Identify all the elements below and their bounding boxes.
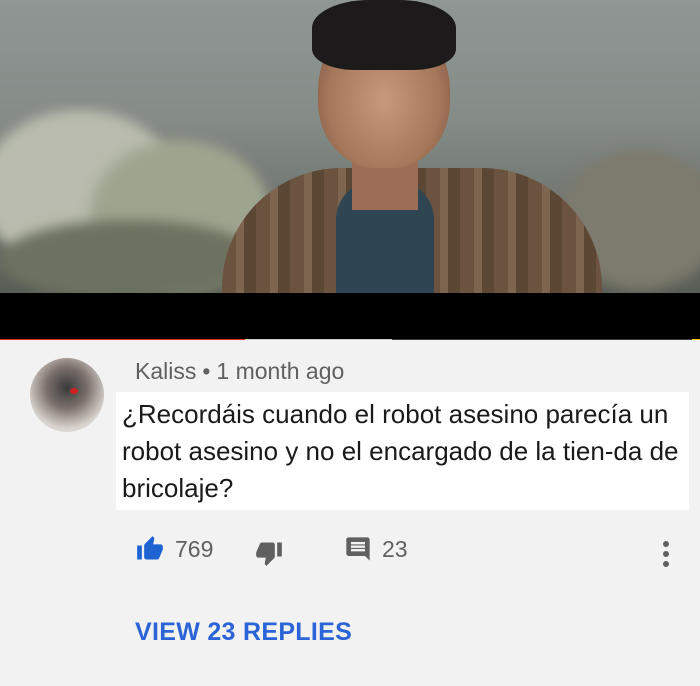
more-options-button[interactable] xyxy=(655,539,677,569)
thumbs-up-icon xyxy=(137,536,163,560)
comment-body: ¿Recordáis cuando el robot asesino parec… xyxy=(116,392,689,510)
progress-end-marker xyxy=(692,339,700,340)
comment-author[interactable]: Kaliss xyxy=(135,358,196,384)
comment-time: 1 month ago xyxy=(216,358,345,384)
more-vert-icon xyxy=(663,541,669,567)
reply-count: 23 xyxy=(382,535,408,562)
comment-icon xyxy=(346,537,370,561)
progress-buffered xyxy=(245,339,392,340)
thumbs-down-icon xyxy=(256,542,282,566)
comment-text: ¿Recordáis cuando el robot asesino parec… xyxy=(122,399,679,503)
meta-separator: • xyxy=(202,358,211,384)
person-hair xyxy=(312,0,456,70)
bg-foliage xyxy=(0,220,260,293)
avatar[interactable] xyxy=(30,358,104,432)
view-replies-link[interactable]: VIEW 23 REPLIES xyxy=(135,618,352,647)
dislike-button[interactable] xyxy=(254,539,284,567)
video-player[interactable] xyxy=(0,0,700,340)
video-frame xyxy=(0,0,700,293)
like-count: 769 xyxy=(175,535,214,562)
comment-actions: 769 23 xyxy=(0,535,700,575)
reply-button[interactable]: 23 xyxy=(344,535,408,563)
like-button[interactable]: 769 xyxy=(135,535,213,563)
progress-bar[interactable] xyxy=(0,339,700,340)
comment-meta: Kaliss • 1 month ago xyxy=(135,358,344,385)
avatar-detail xyxy=(70,388,78,394)
progress-played xyxy=(0,339,245,340)
